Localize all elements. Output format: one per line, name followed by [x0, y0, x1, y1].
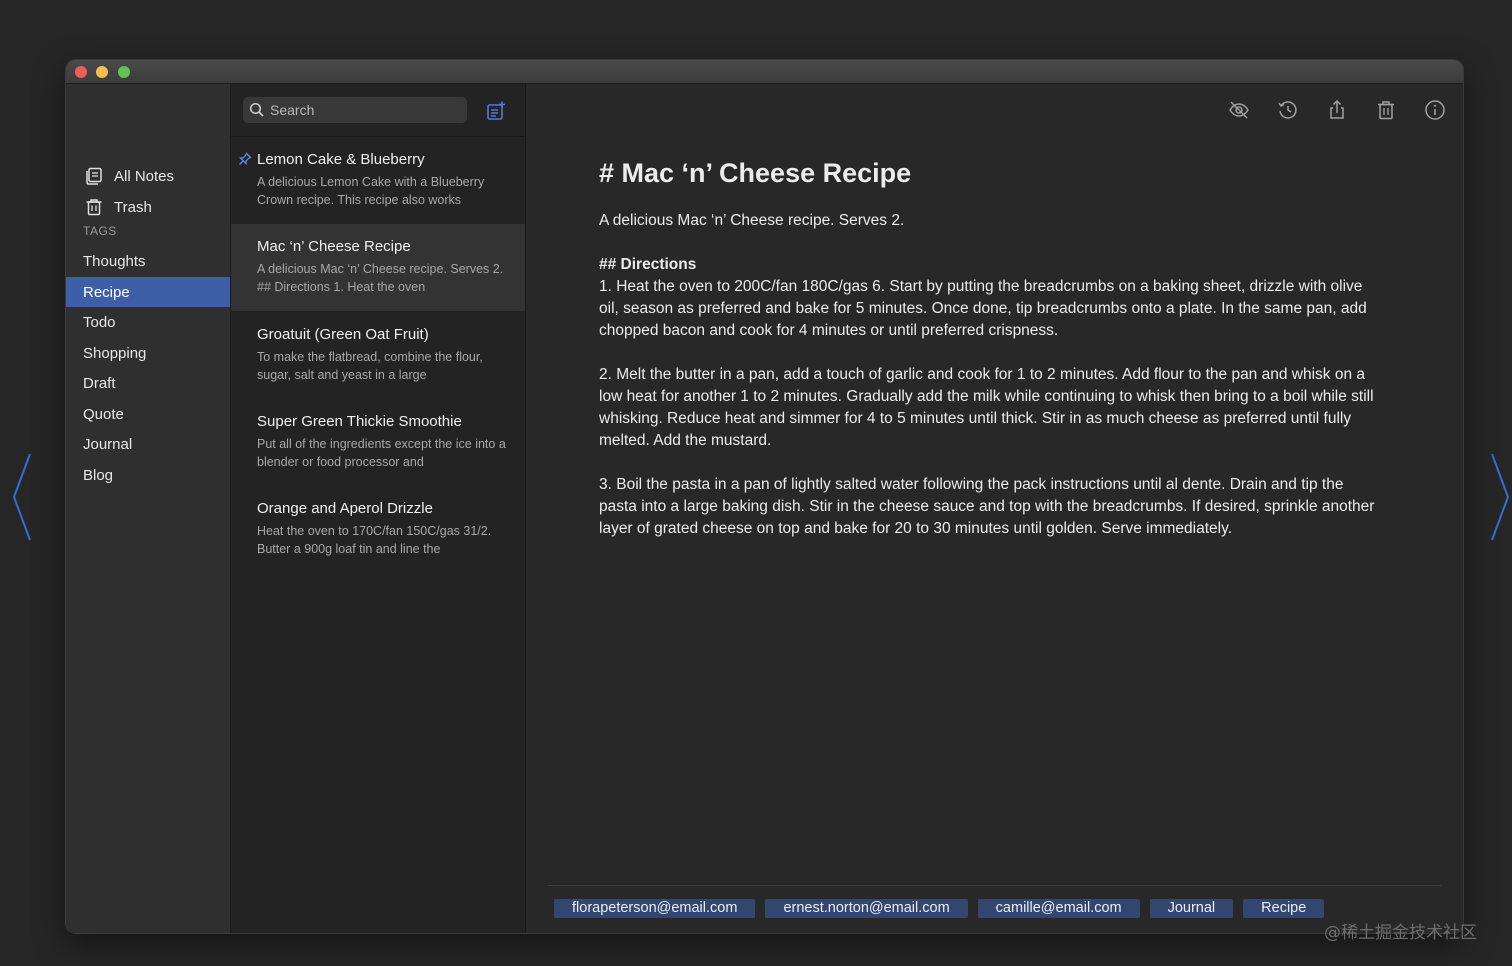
- step-2: 2. Melt the butter in a pan, add a touch…: [599, 366, 1374, 449]
- tag-chip[interactable]: Journal: [1149, 899, 1234, 918]
- sidebar-item-label: Trash: [114, 198, 152, 216]
- step-1: 1. Heat the oven to 200C/fan 180C/gas 6.…: [599, 278, 1367, 339]
- sidebar-item-trash[interactable]: Trash: [66, 192, 230, 222]
- note-item[interactable]: Lemon Cake & Blueberry A delicious Lemon…: [231, 137, 525, 224]
- trash-icon: [84, 197, 104, 217]
- title-bar: [66, 60, 1463, 84]
- tag-recipe[interactable]: Recipe: [66, 277, 230, 307]
- history-button[interactable]: [1276, 98, 1300, 122]
- tag-draft[interactable]: Draft: [66, 368, 230, 398]
- tag-quote[interactable]: Quote: [66, 399, 230, 429]
- note-preview: Heat the oven to 170C/fan 150C/gas 31/2.…: [257, 524, 492, 556]
- note-title: Groatuit (Green Oat Fruit): [257, 326, 429, 343]
- share-button[interactable]: [1325, 98, 1349, 122]
- step-3: 3. Boil the pasta in a pan of lightly sa…: [599, 476, 1375, 537]
- previous-arrow-icon[interactable]: [8, 452, 38, 542]
- tag-chip[interactable]: ernest.norton@email.com: [765, 899, 968, 918]
- search-input[interactable]: Search: [243, 97, 467, 123]
- tag-shopping[interactable]: Shopping: [66, 338, 230, 368]
- tag-chip[interactable]: camille@email.com: [977, 899, 1140, 918]
- tag-chip[interactable]: florapeterson@email.com: [554, 899, 756, 918]
- next-arrow-icon[interactable]: [1486, 452, 1512, 542]
- tag-thoughts[interactable]: Thoughts: [66, 246, 230, 276]
- zoom-window-button[interactable]: [118, 66, 130, 78]
- divider: [548, 885, 1441, 886]
- sidebar: All Notes Trash TAGS Thoughts Recipe Tod…: [66, 84, 231, 933]
- note-title: Lemon Cake & Blueberry: [257, 151, 425, 168]
- tag-todo[interactable]: Todo: [66, 307, 230, 337]
- note-title: Orange and Aperol Drizzle: [257, 500, 433, 517]
- sidebar-item-all-notes[interactable]: All Notes: [66, 161, 230, 191]
- note-item[interactable]: Super Green Thickie Smoothie Put all of …: [231, 399, 525, 486]
- note-preview: A delicious Mac ‘n’ Cheese recipe. Serve…: [257, 262, 504, 294]
- directions-heading: ## Directions: [599, 256, 697, 273]
- search-placeholder: Search: [270, 102, 315, 118]
- note-editor: # Mac ‘n’ Cheese Recipe A delicious Mac …: [526, 84, 1463, 933]
- tag-chips: florapeterson@email.com ernest.norton@em…: [554, 899, 1325, 918]
- note-list: Search Lemon Cake & Blueberry A deliciou…: [231, 84, 526, 933]
- note-preview: To make the flatbread, combine the flour…: [257, 350, 483, 382]
- note-heading: # Mac ‘n’ Cheese Recipe: [599, 158, 912, 188]
- tag-journal[interactable]: Journal: [66, 429, 230, 459]
- note-preview: A delicious Lemon Cake with a Blueberry …: [257, 175, 485, 207]
- tags-heading: TAGS: [83, 224, 117, 238]
- info-button[interactable]: [1423, 98, 1447, 122]
- pin-icon: [238, 152, 252, 166]
- notes-icon: [84, 166, 104, 186]
- note-item[interactable]: Orange and Aperol Drizzle Heat the oven …: [231, 486, 525, 573]
- new-note-button[interactable]: [485, 100, 507, 122]
- minimize-window-button[interactable]: [96, 66, 108, 78]
- compose-icon: [487, 101, 505, 120]
- watermark: @稀土掘金技术社区: [1324, 923, 1477, 943]
- note-title: Super Green Thickie Smoothie: [257, 413, 462, 430]
- trash-icon: [1378, 101, 1394, 120]
- note-preview: Put all of the ingredients except the ic…: [257, 437, 506, 469]
- app-window: All Notes Trash TAGS Thoughts Recipe Tod…: [66, 60, 1463, 933]
- info-icon: [1425, 100, 1445, 120]
- tag-chip[interactable]: Recipe: [1243, 899, 1325, 918]
- hide-preview-button[interactable]: [1227, 98, 1251, 122]
- note-item[interactable]: Groatuit (Green Oat Fruit) To make the f…: [231, 312, 525, 399]
- delete-note-button[interactable]: [1374, 98, 1398, 122]
- history-icon: [1278, 101, 1297, 119]
- eye-slash-icon: [1229, 101, 1249, 119]
- note-intro: A delicious Mac ‘n’ Cheese recipe. Serve…: [599, 212, 905, 229]
- search-icon: [249, 102, 265, 118]
- note-title: Mac ‘n’ Cheese Recipe: [257, 238, 411, 255]
- sidebar-item-label: All Notes: [114, 167, 175, 185]
- note-content[interactable]: # Mac ‘n’ Cheese Recipe A delicious Mac …: [599, 156, 1379, 562]
- share-icon: [1330, 99, 1344, 119]
- tag-blog[interactable]: Blog: [66, 460, 230, 490]
- close-window-button[interactable]: [75, 66, 87, 78]
- note-item-selected[interactable]: Mac ‘n’ Cheese Recipe A delicious Mac ‘n…: [231, 224, 525, 311]
